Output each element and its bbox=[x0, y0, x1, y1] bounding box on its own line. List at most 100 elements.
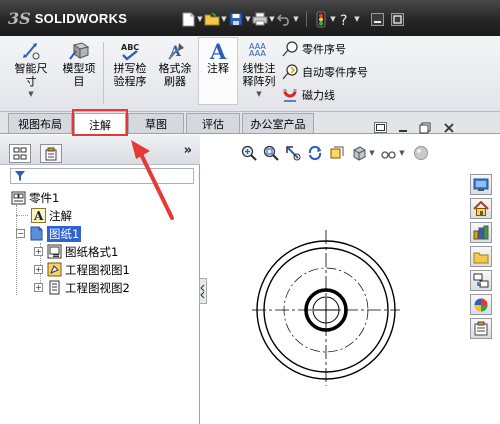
appearance-sphere-icon[interactable] bbox=[412, 144, 430, 162]
zoom-to-area-icon[interactable] bbox=[262, 144, 280, 162]
annotations-icon: A bbox=[30, 208, 46, 224]
model-items-button[interactable]: 模型项 目 bbox=[57, 40, 101, 88]
help-icon[interactable]: ? bbox=[337, 11, 353, 27]
home-icon[interactable] bbox=[470, 198, 492, 219]
new-dropdown-arrow[interactable]: ▼ bbox=[196, 15, 204, 23]
hide-show-dropdown[interactable]: ▼ bbox=[398, 149, 406, 157]
minimize-icon[interactable] bbox=[369, 11, 385, 27]
open-dropdown-arrow[interactable]: ▼ bbox=[220, 15, 228, 23]
tab-sketch[interactable]: 草图 bbox=[128, 113, 184, 133]
display-style-icon[interactable] bbox=[350, 144, 368, 162]
linear-note-pattern-dropdown[interactable]: ▼ bbox=[256, 90, 261, 98]
drawing-view-icon bbox=[46, 280, 62, 296]
linear-note-pattern-button[interactable]: AAA AAA 线性注 释阵列 ▼ bbox=[239, 40, 279, 98]
sheet-icon bbox=[28, 226, 44, 242]
panel-splitter-handle[interactable] bbox=[199, 278, 207, 304]
linear-note-pattern-icon: AAA AAA bbox=[247, 40, 271, 62]
drawing-document-icon bbox=[10, 190, 26, 206]
previous-view-icon[interactable] bbox=[284, 144, 302, 162]
tree-item-label: 工程图视图1 bbox=[65, 262, 130, 277]
tree-expand-toggle[interactable]: + bbox=[34, 247, 43, 256]
feature-manager-panel: » 零件1 A 注解 − 图纸1 + 图纸格式1 + 工程图视图1 + 工程图视… bbox=[0, 135, 200, 424]
design-library-icon[interactable] bbox=[470, 222, 492, 243]
ribbon-separator bbox=[103, 42, 104, 104]
undo-dropdown-arrow[interactable]: ▼ bbox=[292, 15, 300, 23]
format-painter-button[interactable]: A 格式涂 刷器 bbox=[153, 40, 197, 88]
svg-text:A: A bbox=[33, 209, 44, 223]
magnetic-line-button[interactable]: 磁力线 bbox=[282, 86, 335, 104]
refresh-view-icon[interactable] bbox=[306, 144, 324, 162]
filter-icon bbox=[14, 170, 26, 185]
print-dropdown-arrow[interactable]: ▼ bbox=[268, 15, 276, 23]
tree-connector-line bbox=[16, 215, 28, 216]
help-dropdown-arrow[interactable]: ▼ bbox=[353, 15, 361, 23]
model-items-icon bbox=[67, 40, 91, 62]
tab-evaluate[interactable]: 评估 bbox=[186, 113, 240, 133]
undo-icon[interactable] bbox=[276, 11, 292, 27]
tree-item-label: 图纸格式1 bbox=[65, 244, 119, 259]
save-dropdown-arrow[interactable]: ▼ bbox=[244, 15, 252, 23]
command-manager-ribbon: 智能尺 寸 ▼ 模型项 目 ABC 拼写检 验程序 A 格式涂 刷器 A 注释 … bbox=[0, 36, 500, 112]
tree-item-drawing-view-2[interactable]: + 工程图视图2 bbox=[34, 279, 130, 296]
feature-tree-tab-icon[interactable] bbox=[9, 144, 31, 163]
panel-tabs: » bbox=[0, 135, 200, 165]
format-painter-label: 格式涂 刷器 bbox=[158, 62, 192, 88]
app-logo: 3S SOLIDWORKS bbox=[8, 8, 127, 28]
tree-expand-toggle[interactable]: + bbox=[34, 283, 43, 292]
tree-item-annotations[interactable]: A 注解 bbox=[30, 207, 72, 224]
tree-item-part[interactable]: 零件1 bbox=[10, 189, 59, 206]
tree-item-drawing-view-1[interactable]: + 工程图视图1 bbox=[34, 261, 130, 278]
spell-checker-label: 拼写检 验程序 bbox=[113, 62, 147, 88]
tree-item-label: 注解 bbox=[49, 208, 72, 223]
tree-item-sheet[interactable]: − 图纸1 bbox=[16, 225, 82, 242]
tab-view-layout[interactable]: 视图布局 bbox=[8, 113, 72, 133]
tab-office-products[interactable]: 办公室产品 bbox=[242, 113, 314, 133]
rebuild-traffic-light-icon[interactable] bbox=[313, 11, 329, 27]
tree-item-label-selected: 图纸1 bbox=[47, 225, 82, 242]
tree-expand-toggle[interactable]: + bbox=[34, 265, 43, 274]
section-view-icon[interactable] bbox=[328, 144, 346, 162]
file-explorer-icon[interactable] bbox=[470, 246, 492, 267]
tree-item-sheet-format[interactable]: + 图纸格式1 bbox=[34, 243, 118, 260]
heads-up-view-toolbar: ▼ ▼ bbox=[240, 144, 430, 162]
hide-show-items-icon[interactable] bbox=[380, 144, 398, 162]
feature-filter-field[interactable] bbox=[10, 168, 194, 184]
title-bar: 3S SOLIDWORKS ▼ ▼ ▼ ▼ ▼ ▼ ? ▼ bbox=[0, 0, 500, 36]
smart-dimension-dropdown[interactable]: ▼ bbox=[28, 90, 33, 98]
note-button[interactable]: A 注释 bbox=[199, 40, 237, 75]
property-manager-tab-icon[interactable] bbox=[40, 144, 62, 163]
maximize-viewport-icon[interactable] bbox=[418, 122, 431, 133]
save-icon[interactable] bbox=[228, 11, 244, 27]
tab-annotation[interactable]: 注解 bbox=[74, 113, 126, 135]
appearances-scenes-icon[interactable] bbox=[470, 294, 492, 315]
auto-balloon-label: 自动零件序号 bbox=[302, 66, 368, 79]
smart-dimension-button[interactable]: 智能尺 寸 ▼ bbox=[9, 40, 53, 98]
new-document-icon[interactable] bbox=[180, 11, 196, 27]
panel-more-chevron-icon[interactable]: » bbox=[184, 143, 192, 158]
drawing-view-circles[interactable] bbox=[250, 230, 406, 386]
spell-checker-icon: ABC bbox=[118, 40, 142, 62]
zoom-to-fit-icon[interactable] bbox=[240, 144, 258, 162]
restore-viewport-icon[interactable] bbox=[374, 122, 387, 133]
svg-text:AAA: AAA bbox=[249, 49, 266, 58]
solidworks-resources-icon[interactable] bbox=[470, 174, 492, 195]
minimize-viewport-icon[interactable] bbox=[396, 122, 409, 133]
auto-balloon-button[interactable]: 自动零件序号 bbox=[282, 63, 368, 81]
spell-checker-button[interactable]: ABC 拼写检 验程序 bbox=[108, 40, 152, 88]
tree-collapse-toggle[interactable]: − bbox=[16, 229, 25, 238]
rebuild-dropdown-arrow[interactable]: ▼ bbox=[329, 15, 337, 23]
note-icon: A bbox=[206, 40, 230, 62]
open-folder-icon[interactable] bbox=[204, 11, 220, 27]
custom-properties-icon[interactable] bbox=[470, 318, 492, 339]
display-style-dropdown[interactable]: ▼ bbox=[368, 149, 376, 157]
view-palette-icon[interactable] bbox=[470, 270, 492, 291]
balloon-button[interactable]: 零件序号 bbox=[282, 40, 346, 58]
print-icon[interactable] bbox=[252, 11, 268, 27]
balloon-label: 零件序号 bbox=[302, 43, 346, 56]
close-viewport-icon[interactable] bbox=[442, 122, 455, 133]
ds-logo-mark: 3S bbox=[8, 8, 31, 28]
app-name: SOLIDWORKS bbox=[34, 10, 128, 26]
magnetic-line-label: 磁力线 bbox=[302, 89, 335, 102]
restore-icon[interactable] bbox=[389, 11, 405, 27]
svg-text:?: ? bbox=[340, 13, 347, 27]
